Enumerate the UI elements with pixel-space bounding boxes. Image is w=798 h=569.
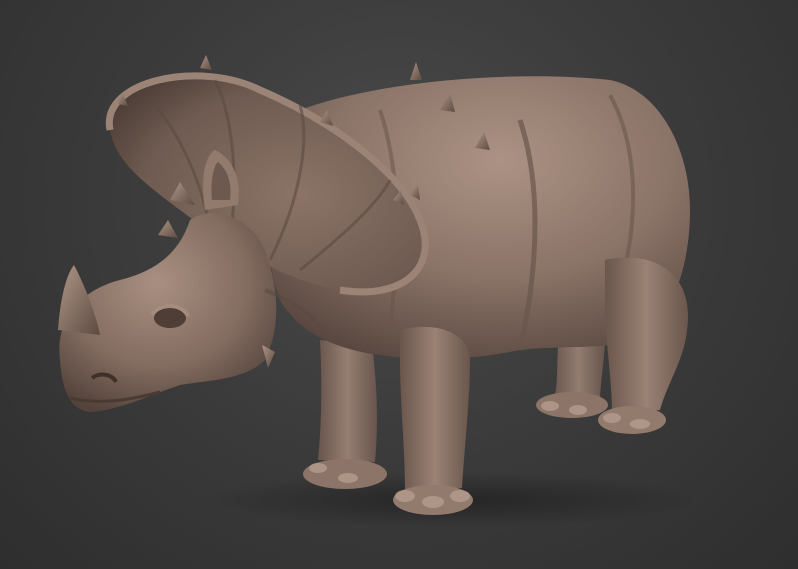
sculpt-model xyxy=(58,55,700,528)
head-spike xyxy=(158,220,178,238)
far-front-leg xyxy=(318,340,377,462)
3d-viewport[interactable] xyxy=(0,0,798,569)
near-front-leg xyxy=(400,326,470,490)
near-hind-leg xyxy=(605,257,689,412)
